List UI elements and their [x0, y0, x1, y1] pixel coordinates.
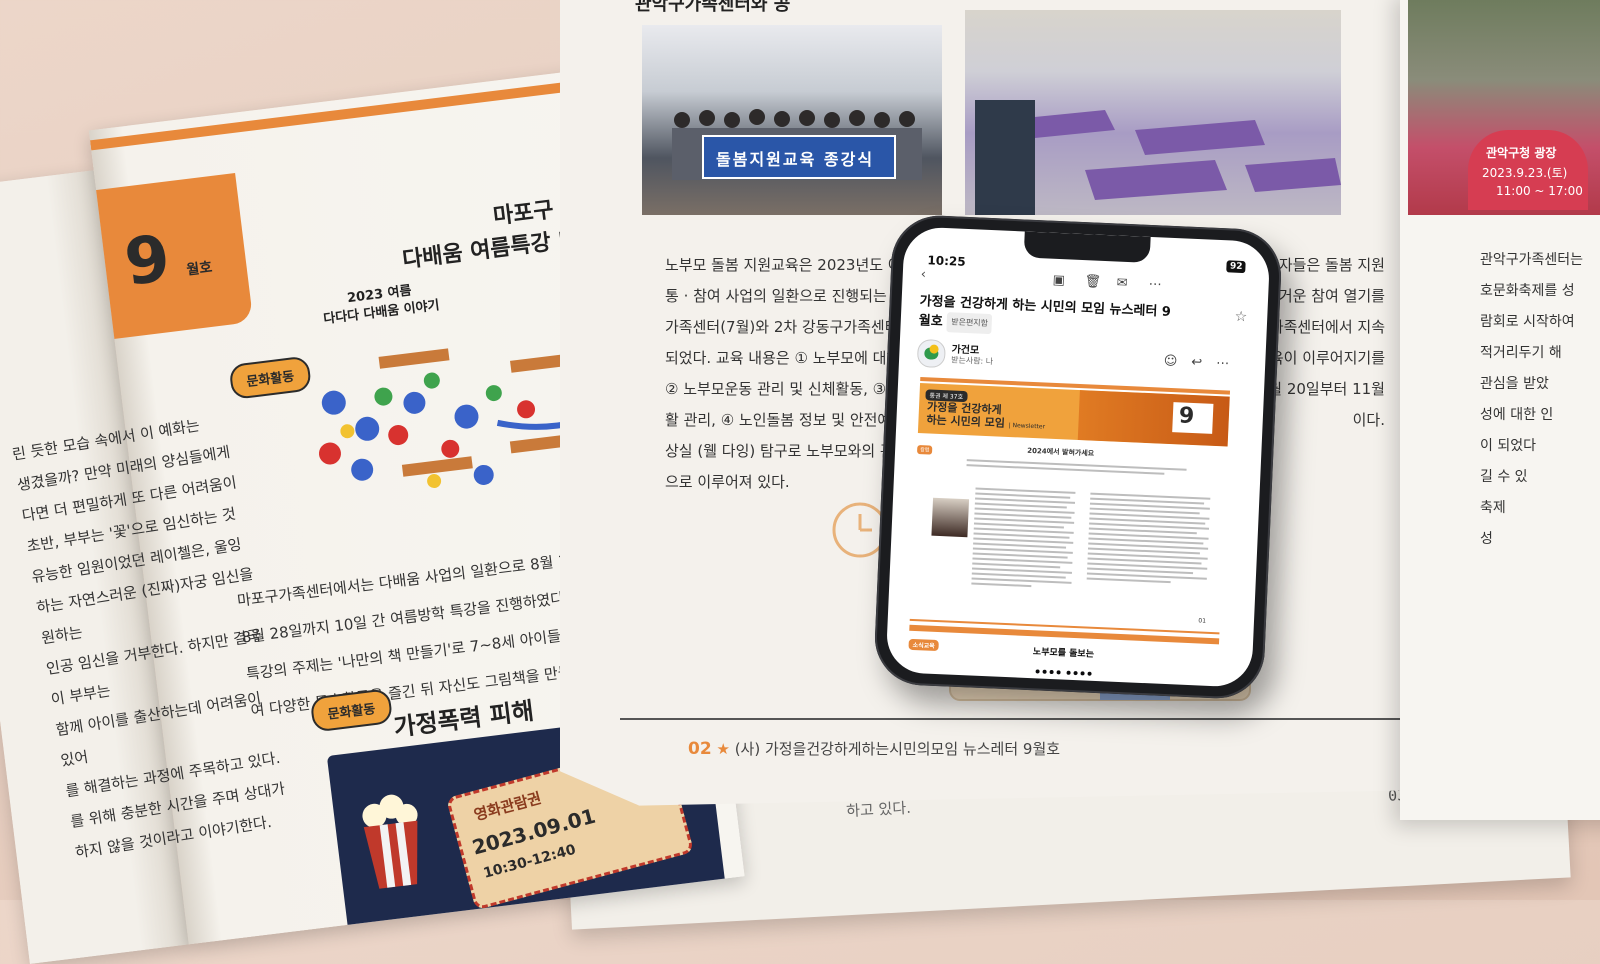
center-page-footer: 02 ★ (사) 가정을건강하게하는시민의모임 뉴스레터 9월호: [688, 738, 1060, 759]
exercise-class-photo: [965, 10, 1341, 215]
right-body-line: 성에 대한 인: [1480, 407, 1554, 423]
right-body-line: 관심을 받았: [1480, 376, 1549, 392]
more-icon[interactable]: ⋯: [1216, 356, 1244, 372]
inbox-label[interactable]: 받은편지함: [946, 312, 993, 335]
newsletter-title-line-2: 하는 시민의 모임: [926, 413, 1006, 430]
star-icon[interactable]: ☆: [1234, 309, 1247, 326]
next-article-heading: 소식교육 노부모를 돌보는: [908, 638, 1218, 666]
sender-action-icons: ☺↩⋯: [1163, 354, 1243, 372]
archive-icon[interactable]: ▣: [1052, 273, 1065, 289]
festival-photo: 관악구청 광장 2023.9.23.(토) 11:00 ~ 17:00: [1408, 0, 1600, 215]
newsletter-month-box: 9: [1172, 402, 1214, 434]
newsletter-body: 칼럼 2024에서 발혀가세요 01: [910, 437, 1228, 630]
sign-line-1: 관악구청 광장: [1486, 146, 1557, 160]
next-article-title: 노부모를 돌보는: [1032, 647, 1095, 660]
center-body-line: 되었다. 교육 내용은 ① 노부모에 대해: [665, 349, 901, 367]
center-page-number: 02: [688, 739, 712, 759]
training-closing-photo: 돌봄지원교육 종강식: [642, 25, 942, 215]
center-body-line: ② 노부모운동 관리 및 신체활동, ③ 노: [665, 380, 905, 398]
right-body-line: 축제: [1480, 500, 1506, 516]
more-options-icon[interactable]: ⋯: [1148, 277, 1162, 293]
center-page-header: 관악구가족센터와 공: [635, 0, 791, 15]
right-body-line: 람회로 시작하여: [1480, 314, 1575, 330]
reply-icon[interactable]: ↩: [1191, 355, 1217, 371]
mail-subject: 가정을 건강하게 하는 시민의 모임 뉴스레터 9월호 받은편지함: [918, 293, 1179, 342]
month-number: 9: [120, 221, 175, 301]
sender-row: 가건모 받는사람: 나 ☺↩⋯: [916, 338, 1248, 383]
phone-notch: [1023, 231, 1151, 263]
right-article-body: 관악구가족센터는 호문화축제를 성 람회로 시작하여 적거리두기 해 관심을 받…: [1480, 245, 1600, 555]
author-photo: [931, 497, 970, 538]
star-icon: ★: [716, 740, 730, 758]
sender-recipient[interactable]: 받는사람: 나: [951, 354, 993, 367]
smartphone: 10:25 92 ‹ ▣ 🗑 ✉ ⋯ 가정을 건강하게 하는 시민의 모임 뉴스…: [872, 213, 1284, 701]
center-body-line: 가족센터(7월)와 2차 강동구가족센터: [665, 318, 899, 336]
sender-avatar: [916, 338, 946, 369]
right-body-line: 관악구가족센터는: [1480, 252, 1584, 268]
right-body-line: 적거리두기 해: [1480, 345, 1562, 361]
festival-sign: 관악구청 광장 2023.9.23.(토) 11:00 ~ 17:00: [1468, 130, 1588, 210]
center-body-line: 활 관리, ④ 노인돌봄 정보 및 안전예방: [665, 411, 906, 429]
right-body-line: 호문화축제를 성: [1480, 283, 1575, 299]
right-magazine-page: 관악구청 광장 2023.9.23.(토) 11:00 ~ 17:00 관악구가…: [1400, 0, 1600, 820]
newsletter-text-column-1: [971, 487, 1076, 592]
exercise-mats: [975, 100, 1341, 215]
month-label: 월호: [185, 259, 214, 279]
newsletter-month: 9: [1178, 403, 1195, 430]
right-body-line: 이 되었다: [1480, 438, 1536, 454]
newsletter-suffix: | Newsletter: [1008, 421, 1046, 431]
center-footer-rule: [620, 718, 1500, 720]
center-body-line: 노부모 돌봄 지원교육은 2023년도 어: [665, 256, 902, 274]
mail-icon[interactable]: ✉: [1116, 276, 1128, 291]
newsletter-title: 가정을 건강하게 하는 시민의 모임 | Newsletter: [926, 400, 1046, 433]
phone-screen: 10:25 92 ‹ ▣ 🗑 ✉ ⋯ 가정을 건강하게 하는 시민의 모임 뉴스…: [885, 226, 1271, 688]
sign-line-3: 11:00 ~ 17:00: [1496, 184, 1583, 198]
sign-line-2: 2023.9.23.(토): [1482, 166, 1568, 180]
popcorn-icon: [362, 794, 418, 889]
month-tab: 9 월호: [88, 172, 254, 341]
center-body-line: 통 · 참여 사업의 일환으로 진행되는 프: [665, 287, 906, 305]
newsletter-article-header: 2024에서 발혀가세요: [1027, 446, 1095, 458]
center-footer-text: (사) 가정을건강하게하는시민의모임 뉴스레터 9월호: [734, 740, 1061, 758]
status-time: 10:25: [927, 253, 966, 269]
emoji-icon[interactable]: ☺: [1163, 354, 1191, 370]
newsletter-page-number: 01: [1198, 617, 1207, 625]
center-body-line-right: 이다.: [1352, 411, 1385, 429]
trash-icon[interactable]: 🗑: [1084, 274, 1101, 290]
next-article-badge: 소식교육: [908, 638, 939, 652]
battery-indicator: 92: [1226, 260, 1246, 274]
newsletter-column-tag: 칼럼: [916, 444, 933, 455]
newsletter-quote: [966, 459, 1187, 483]
banner-text: 돌봄지원교육 종강식: [716, 150, 875, 169]
closing-banner: 돌봄지원교육 종강식: [702, 135, 896, 179]
back-arrow-icon[interactable]: ‹: [920, 267, 926, 282]
right-body-line: 성: [1480, 531, 1493, 547]
right-body-line: 길 수 있: [1480, 469, 1528, 485]
newsletter-text-column-2: [1086, 492, 1211, 588]
